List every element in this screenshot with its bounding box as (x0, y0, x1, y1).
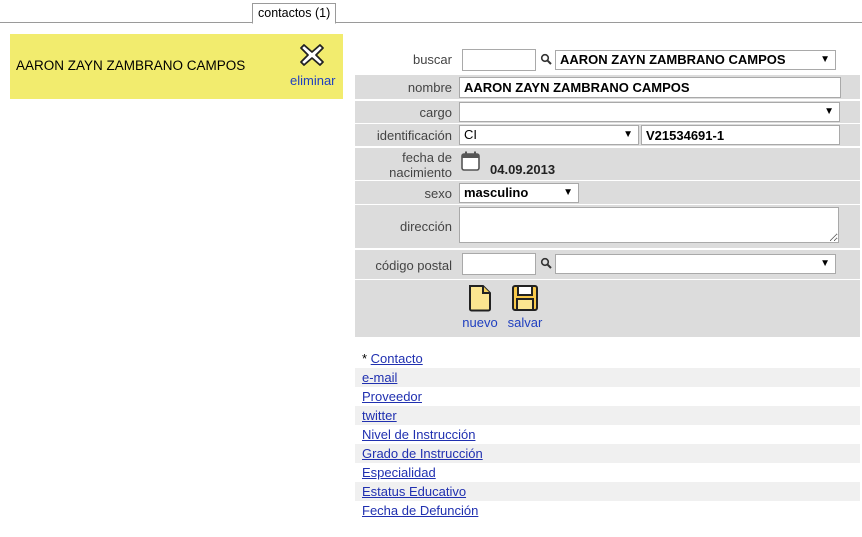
search-result-select[interactable]: AARON ZAYN ZAMBRANO CAMPOS ▼ (555, 50, 836, 70)
cargo-label: cargo (419, 105, 452, 120)
chevron-down-icon: ▼ (563, 187, 573, 198)
postal-label: código postal (375, 258, 452, 273)
cross-icon[interactable] (299, 42, 325, 68)
id-number-field[interactable]: V21534691-1 (641, 125, 840, 145)
list-item: Grado de Instrucción (355, 444, 860, 463)
sexo-label: sexo (424, 186, 452, 201)
row-nombre: nombre AARON ZAYN ZAMBRANO CAMPOS (355, 75, 860, 99)
row-identificacion: identificación CI ▼ V21534691-1 (355, 124, 860, 146)
related-links-list: * Contacto e-mail Proveedor twitter Nive… (355, 349, 860, 520)
postal-select[interactable]: ▼ (555, 254, 836, 274)
link-contacto[interactable]: Contacto (371, 351, 423, 366)
row-sexo: sexo masculino ▼ (355, 181, 860, 204)
new-label: nuevo (462, 315, 498, 330)
row-postal: código postal ▼ (355, 250, 860, 279)
save-button[interactable]: salvar (505, 284, 545, 330)
chevron-down-icon: ▼ (824, 106, 834, 117)
id-type-value: CI (464, 127, 477, 142)
row-direccion: dirección (355, 205, 860, 248)
chevron-down-icon: ▼ (820, 258, 830, 269)
link-twitter[interactable]: twitter (362, 408, 397, 423)
nombre-field[interactable]: AARON ZAYN ZAMBRANO CAMPOS (459, 77, 841, 98)
link-grado-instruccion[interactable]: Grado de Instrucción (362, 446, 483, 461)
id-type-select[interactable]: CI ▼ (459, 125, 639, 145)
save-icon (512, 285, 538, 311)
delete-link[interactable]: eliminar (290, 73, 336, 88)
contact-card[interactable]: AARON ZAYN ZAMBRANO CAMPOS eliminar (10, 34, 343, 99)
tab-bar-line (0, 22, 862, 23)
row-nacimiento: fecha de nacimiento 04.09.2013 (355, 148, 860, 180)
identificacion-label: identificación (376, 128, 452, 143)
search-icon[interactable] (540, 257, 552, 269)
search-icon[interactable] (540, 53, 552, 65)
list-item: twitter (355, 406, 860, 425)
list-item: Fecha de Defunción (355, 501, 860, 520)
postal-input[interactable] (462, 253, 536, 275)
nacimiento-label-line1: fecha de (402, 150, 452, 165)
new-button[interactable]: nuevo (461, 284, 499, 330)
tab-contactos[interactable]: contactos (1) (252, 3, 337, 24)
direccion-textarea[interactable] (459, 207, 839, 243)
nacimiento-value[interactable]: 04.09.2013 (490, 162, 555, 177)
list-item: Proveedor (355, 387, 860, 406)
sexo-select[interactable]: masculino ▼ (459, 183, 579, 203)
sexo-value: masculino (464, 185, 529, 200)
nombre-label: nombre (407, 80, 452, 95)
new-document-icon (469, 285, 491, 312)
search-result-value: AARON ZAYN ZAMBRANO CAMPOS (560, 52, 786, 67)
calendar-icon[interactable] (461, 151, 480, 171)
link-proveedor[interactable]: Proveedor (362, 389, 422, 404)
list-item: Estatus Educativo (355, 482, 860, 501)
cargo-select[interactable]: ▼ (459, 102, 840, 122)
link-email[interactable]: e-mail (362, 370, 397, 385)
list-item: e-mail (355, 368, 860, 387)
list-item: * Contacto (355, 349, 860, 368)
chevron-down-icon: ▼ (623, 129, 633, 140)
link-estatus-educativo[interactable]: Estatus Educativo (362, 484, 466, 499)
row-actions: nuevo salvar (355, 280, 860, 337)
nacimiento-label-line2: nacimiento (389, 165, 452, 180)
row-cargo: cargo ▼ (355, 101, 860, 123)
chevron-down-icon: ▼ (820, 54, 830, 65)
link-nivel-instruccion[interactable]: Nivel de Instrucción (362, 427, 475, 442)
list-item: Nivel de Instrucción (355, 425, 860, 444)
links-prefix: * (362, 351, 371, 366)
direccion-label: dirección (399, 219, 452, 234)
list-item: Especialidad (355, 463, 860, 482)
search-input[interactable] (462, 49, 536, 71)
link-especialidad[interactable]: Especialidad (362, 465, 436, 480)
search-label: buscar (412, 52, 452, 67)
save-label: salvar (507, 315, 543, 330)
nacimiento-label: fecha de nacimiento (355, 150, 452, 180)
contact-card-name: AARON ZAYN ZAMBRANO CAMPOS (16, 58, 246, 73)
link-fecha-defuncion[interactable]: Fecha de Defunción (362, 503, 478, 518)
